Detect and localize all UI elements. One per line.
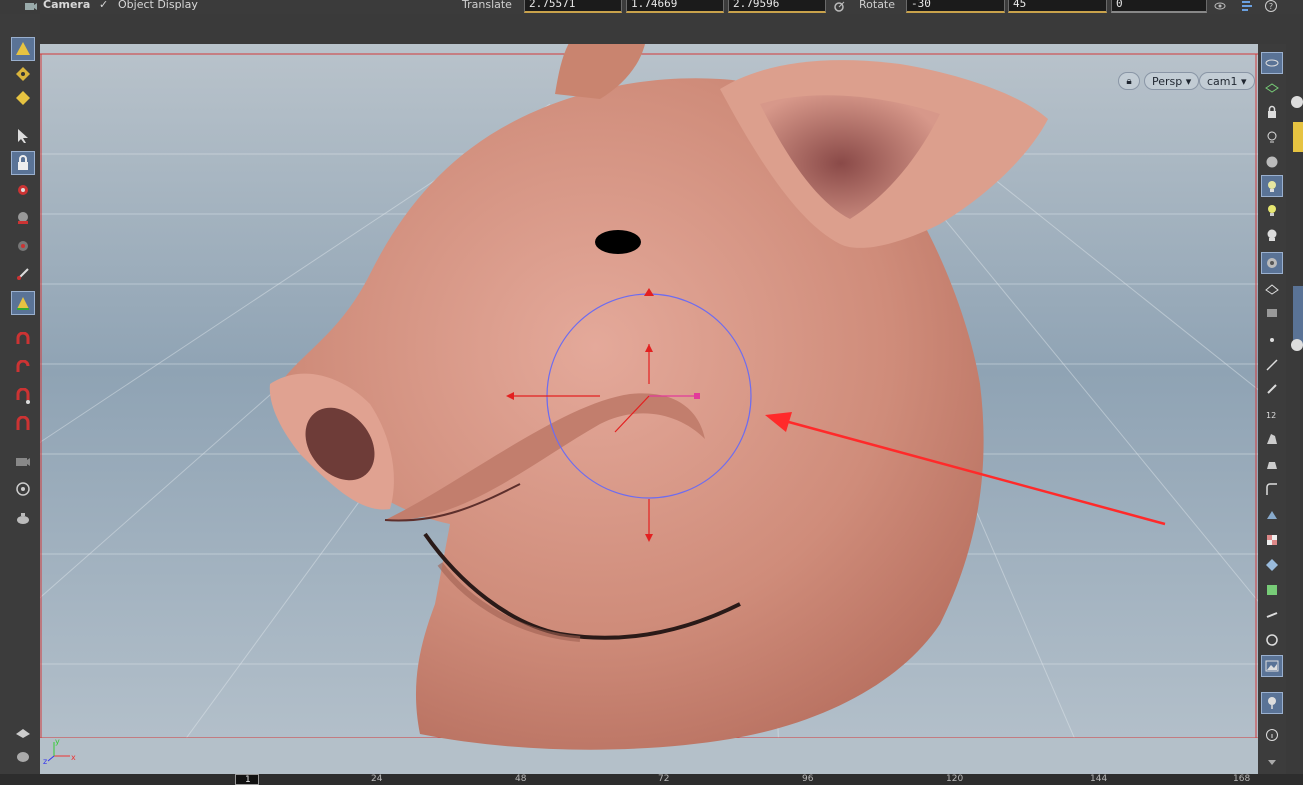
- camera-lens-icon[interactable]: [11, 477, 35, 501]
- light-handle-icon[interactable]: [11, 234, 35, 258]
- checker-icon[interactable]: [1261, 529, 1283, 551]
- point-icon[interactable]: [1261, 329, 1283, 351]
- chevron-down-icon: ▾: [1185, 75, 1192, 88]
- view-menu-label: Persp: [1152, 75, 1183, 88]
- bone-tool-icon[interactable]: [1261, 604, 1283, 626]
- svg-text:?: ?: [1269, 2, 1273, 11]
- timeline-tick: 24: [371, 774, 383, 784]
- translate-x-field[interactable]: 2.75571: [524, 0, 622, 13]
- lock-icon: 🔒︎: [1126, 76, 1132, 87]
- shading-mode-icon[interactable]: [1261, 301, 1283, 323]
- image-icon[interactable]: [1261, 655, 1283, 677]
- timeline-tick: 48: [515, 774, 527, 784]
- translate-handle-icon[interactable]: [11, 291, 35, 315]
- info-icon[interactable]: [1261, 724, 1283, 746]
- axis-z-label: z: [43, 757, 47, 766]
- paint-icon[interactable]: [1261, 428, 1283, 450]
- rotate-handle-icon[interactable]: [832, 0, 846, 14]
- operation-toolbar: Camera ✓ Object Display Translate 2.7557…: [0, 0, 1303, 14]
- chevron-down-icon[interactable]: [1261, 751, 1283, 773]
- rotate-y-field[interactable]: 45: [1008, 0, 1107, 13]
- magnet-move-icon[interactable]: [11, 328, 35, 352]
- sphere-icon[interactable]: [1261, 151, 1283, 173]
- current-frame-field[interactable]: 1: [235, 774, 259, 785]
- camera-label[interactable]: Camera: [43, 0, 90, 11]
- camera-icon[interactable]: [24, 0, 38, 14]
- curve-icon[interactable]: [1261, 478, 1283, 500]
- timeline-tick: 72: [658, 774, 670, 784]
- svg-text:12: 12: [1266, 411, 1276, 420]
- teapot-icon[interactable]: [11, 506, 35, 530]
- arrow-select-icon[interactable]: [11, 124, 35, 148]
- headlight-icon[interactable]: [1261, 175, 1283, 197]
- help-icon[interactable]: ?: [1264, 0, 1278, 14]
- side-panel-edge: [1286, 14, 1303, 774]
- pyramid-select-icon[interactable]: [11, 37, 35, 61]
- camera-lock-button[interactable]: 🔒︎: [1118, 72, 1140, 90]
- light-icon[interactable]: [1261, 199, 1283, 221]
- view-options-icon[interactable]: [1261, 52, 1283, 74]
- magnet-icon[interactable]: [11, 412, 35, 436]
- skull-icon[interactable]: [1261, 224, 1283, 246]
- 3d-viewport[interactable]: x y z 🔒︎ Persp ▾ cam1 ▾: [40, 44, 1258, 774]
- handle-scale-box[interactable]: [694, 393, 700, 399]
- axis-y-label: y: [55, 737, 60, 746]
- lock-icon[interactable]: [1261, 101, 1283, 123]
- timeline-tick: 120: [946, 774, 964, 784]
- brush-icon[interactable]: [1261, 504, 1283, 526]
- left-toolbar: [0, 14, 40, 774]
- point-select-icon[interactable]: [11, 62, 35, 86]
- translate-z-field[interactable]: 2.79596: [728, 0, 826, 13]
- light-bulb-icon[interactable]: [1261, 126, 1283, 148]
- object-display-label[interactable]: Object Display: [118, 0, 198, 11]
- timeline-tick: 144: [1090, 774, 1108, 784]
- display-icon[interactable]: [11, 720, 35, 744]
- rotate-x-field[interactable]: -30: [906, 0, 1005, 13]
- render-handle-icon[interactable]: [11, 206, 35, 230]
- visibility-icon[interactable]: [1213, 0, 1227, 14]
- pose-icon[interactable]: [11, 178, 35, 202]
- translate-y-field[interactable]: 1.74669: [626, 0, 724, 13]
- axis-x-label: x: [71, 753, 76, 762]
- pen-icon[interactable]: [1261, 378, 1283, 400]
- viewport-canvas[interactable]: x y z: [40, 44, 1258, 774]
- rotate-label: Rotate: [859, 0, 896, 11]
- count-icon[interactable]: [1261, 453, 1283, 475]
- timeline-tick: 168: [1233, 774, 1251, 784]
- chevron-down-icon: ▾: [1241, 75, 1247, 88]
- textured-view-icon[interactable]: [1261, 252, 1283, 274]
- camera-icon[interactable]: [11, 449, 35, 473]
- magnet-point-icon[interactable]: [11, 384, 35, 408]
- rotate-z-field[interactable]: 0: [1111, 0, 1207, 13]
- timeline-tick: 96: [802, 774, 814, 784]
- magnet-curve-icon[interactable]: [11, 356, 35, 380]
- lock-icon[interactable]: [11, 151, 35, 175]
- pin-icon[interactable]: [1261, 692, 1283, 714]
- camera-menu[interactable]: cam1 ▾: [1199, 72, 1255, 90]
- circle-icon[interactable]: [1261, 629, 1283, 651]
- line-icon[interactable]: [1261, 354, 1283, 376]
- align-icon[interactable]: [1240, 0, 1254, 14]
- camera-menu-label: cam1: [1207, 75, 1238, 88]
- translate-label: Translate: [462, 0, 512, 11]
- diamond-icon[interactable]: [1261, 554, 1283, 576]
- pig-eye: [595, 230, 641, 254]
- timeline-bar[interactable]: 1 24 48 72 96 120 144 168: [0, 774, 1303, 785]
- check-icon[interactable]: ✓: [99, 0, 108, 11]
- face-select-icon[interactable]: [11, 86, 35, 110]
- number-icon[interactable]: 12: [1261, 403, 1283, 425]
- layers-icon[interactable]: [1261, 77, 1283, 99]
- bone-icon[interactable]: [11, 262, 35, 286]
- view-menu[interactable]: Persp ▾: [1144, 72, 1200, 90]
- wire-icon[interactable]: [1261, 277, 1283, 299]
- box-icon[interactable]: [1261, 579, 1283, 601]
- right-toolbar: 12: [1258, 44, 1286, 774]
- shading-icon[interactable]: [11, 744, 35, 768]
